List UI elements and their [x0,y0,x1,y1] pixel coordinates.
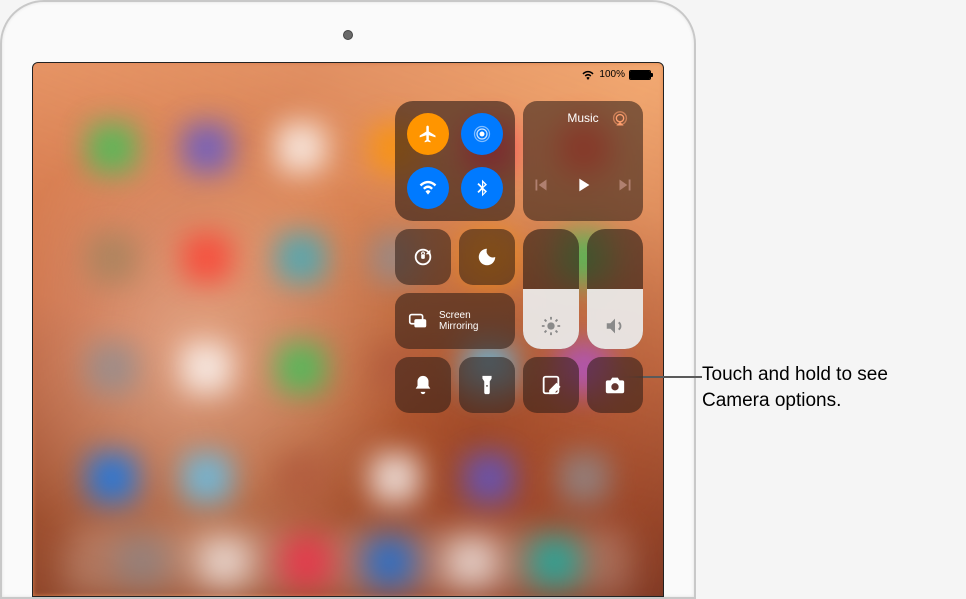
do-not-disturb-toggle[interactable] [459,229,515,285]
screen-mirroring-label: Screen Mirroring [439,310,478,332]
volume-icon [604,315,626,337]
connectivity-group[interactable] [395,101,515,221]
next-track-button[interactable] [614,174,636,201]
silent-toggle[interactable] [395,357,451,413]
brightness-icon [540,315,562,337]
battery-percent-label: 100% [599,69,625,80]
music-label: Music [567,111,598,125]
camera-button[interactable] [587,357,643,413]
silent-icon [412,374,434,396]
flashlight-icon [476,374,498,396]
screen-mirroring-icon [407,310,429,332]
wifi-toggle[interactable] [407,167,449,209]
ipad-frame: 100% Music [0,0,696,599]
screen-mirroring-button[interactable]: Screen Mirroring [395,293,515,349]
orientation-lock-toggle[interactable] [395,229,451,285]
airdrop-toggle[interactable] [461,113,503,155]
flashlight-toggle[interactable] [459,357,515,413]
front-camera-dot [343,30,353,40]
brightness-slider[interactable] [523,229,579,349]
camera-icon [604,374,626,396]
music-widget[interactable]: Music [523,101,643,221]
wifi-status-icon [581,70,595,80]
bluetooth-toggle[interactable] [461,167,503,209]
airplane-mode-toggle[interactable] [407,113,449,155]
bluetooth-icon [472,178,492,198]
airdrop-icon [472,124,492,144]
airplay-icon[interactable] [609,109,631,136]
quick-note-button[interactable] [523,357,579,413]
status-bar: 100% [581,69,651,80]
battery-icon [629,70,651,80]
previous-track-button[interactable] [530,174,552,201]
control-center: Music Screen Mirroring [395,101,643,413]
moon-icon [476,246,498,268]
wifi-icon [418,178,438,198]
airplane-mode-icon [418,124,438,144]
ipad-screen: 100% Music [32,62,664,597]
notes-icon [540,374,562,396]
volume-slider[interactable] [587,229,643,349]
orientation-lock-icon [412,246,434,268]
callout-text: Touch and hold to see Camera options. [702,362,952,413]
play-button[interactable] [572,174,594,201]
